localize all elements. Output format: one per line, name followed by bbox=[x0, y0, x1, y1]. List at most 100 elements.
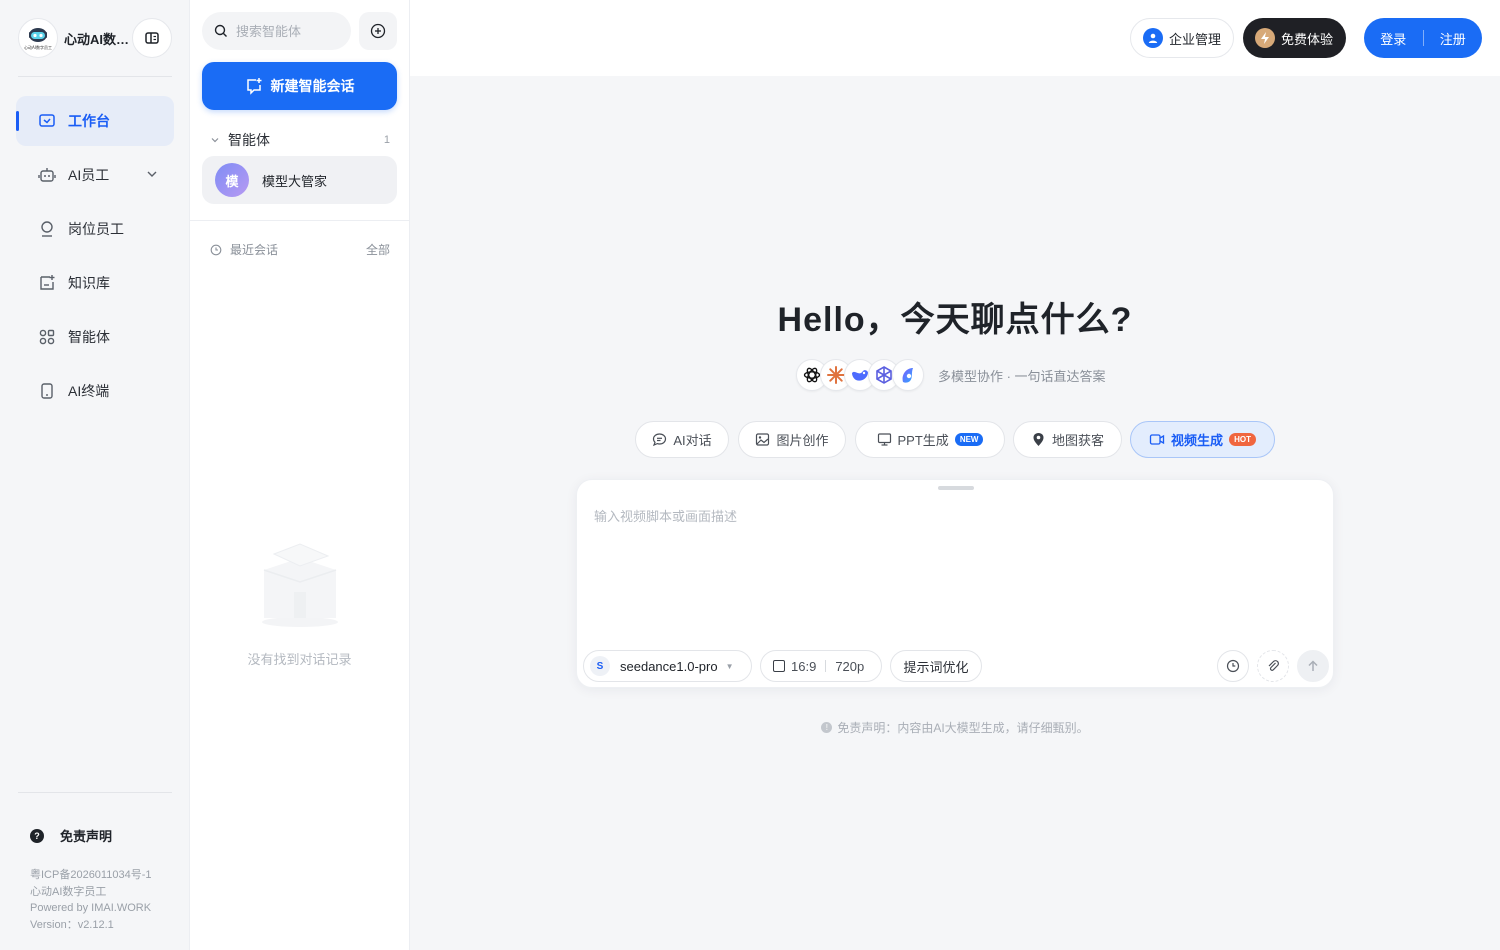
register-button[interactable]: 注册 bbox=[1424, 29, 1483, 48]
sidebar-item-agents[interactable]: 智能体 bbox=[16, 312, 174, 362]
aspect-ratio-value: 16:9 bbox=[791, 658, 817, 674]
prompt-optimize-button[interactable]: 提示词优化 bbox=[890, 650, 982, 682]
prompt-composer: S seedance1.0-pro ▼ 16:9 720p 提示词优化 bbox=[576, 479, 1334, 688]
model-initial: S bbox=[590, 656, 610, 676]
footer-divider bbox=[18, 792, 172, 793]
collapse-sidebar-button[interactable] bbox=[132, 18, 172, 58]
resize-handle[interactable] bbox=[938, 486, 974, 490]
sidebar-item-label: 岗位员工 bbox=[68, 221, 124, 237]
prompt-input[interactable] bbox=[594, 506, 1314, 616]
page-title: Hello，今天聊点什么? bbox=[777, 301, 1133, 339]
tab-map-leads[interactable]: 地图获客 bbox=[1013, 421, 1122, 458]
apps-icon bbox=[38, 328, 56, 346]
sidebar-item-position-staff[interactable]: 岗位员工 bbox=[16, 204, 174, 254]
sidebar-item-label: 工作台 bbox=[68, 113, 110, 129]
recent-title: 最近会话 bbox=[230, 243, 279, 257]
tab-video-generation[interactable]: 视频生成 HOT bbox=[1130, 421, 1275, 458]
free-trial-label: 免费体验 bbox=[1281, 31, 1334, 47]
new-chat-button[interactable]: 新建智能会话 bbox=[202, 62, 397, 110]
tab-ppt-generation[interactable]: PPT生成 NEW bbox=[855, 421, 1005, 458]
image-icon bbox=[755, 432, 770, 447]
enterprise-button[interactable]: 企业管理 bbox=[1130, 18, 1234, 58]
nav-divider bbox=[18, 76, 172, 77]
history-button[interactable] bbox=[1217, 650, 1249, 682]
agent-search[interactable] bbox=[202, 12, 351, 50]
tab-label: PPT生成 bbox=[897, 433, 949, 448]
phone-icon bbox=[38, 382, 56, 400]
resolution-value: 720p bbox=[835, 658, 865, 674]
agent-avatar: 模 bbox=[215, 163, 249, 197]
chip-separator bbox=[825, 660, 827, 672]
tab-label: 视频生成 bbox=[1171, 433, 1224, 448]
new-badge: NEW bbox=[954, 433, 984, 446]
ai-disclaimer: ! 免责声明：内容由AI大模型生成，请仔细甄别。 bbox=[410, 719, 1500, 736]
sidebar-toggle-icon bbox=[145, 32, 159, 44]
recent-header: 最近会话 全部 bbox=[210, 241, 390, 258]
chevron-down-icon[interactable] bbox=[146, 167, 158, 183]
icp-text[interactable]: 粤ICP备2026011034号-1 bbox=[30, 867, 151, 884]
enterprise-label: 企业管理 bbox=[1169, 31, 1222, 47]
sidebar-item-ai-terminal[interactable]: AI终端 bbox=[16, 366, 174, 416]
user-icon bbox=[38, 220, 56, 238]
tab-label: 图片创作 bbox=[776, 433, 829, 448]
send-button[interactable] bbox=[1297, 650, 1329, 682]
arrow-up-icon bbox=[1308, 660, 1318, 671]
kimi-icon bbox=[892, 359, 924, 391]
powered-text: Powered by IMAI.WORK bbox=[30, 902, 152, 914]
attach-button[interactable] bbox=[1257, 650, 1289, 682]
model-name: seedance1.0-pro bbox=[620, 658, 718, 674]
tab-label: AI对话 bbox=[673, 433, 712, 448]
clock-icon bbox=[1226, 659, 1240, 673]
panel-divider bbox=[190, 220, 409, 221]
ratio-resolution-selector[interactable]: 16:9 720p bbox=[760, 650, 882, 682]
map-pin-icon bbox=[1031, 432, 1046, 447]
hot-badge: HOT bbox=[1229, 433, 1256, 446]
sidebar-item-label: AI员工 bbox=[68, 167, 110, 183]
left-sidebar: 心动AI数字员工 心动AI数字员工 工作台 AI员工 岗位员工 知识库 bbox=[0, 0, 190, 950]
prompt-optimize-label: 提示词优化 bbox=[903, 659, 969, 675]
tab-ai-chat[interactable]: AI对话 bbox=[635, 421, 729, 458]
footer-info: 粤ICP备2026011034号-1 心动AI数字员工 Powered by I… bbox=[30, 867, 151, 933]
new-chat-label: 新建智能会话 bbox=[270, 78, 355, 94]
add-agent-button[interactable] bbox=[359, 12, 397, 50]
auth-buttons: 登录 注册 bbox=[1364, 18, 1482, 58]
sidebar-item-workbench[interactable]: 工作台 bbox=[16, 96, 174, 146]
sidebar-item-label: 智能体 bbox=[68, 329, 110, 345]
lightning-icon bbox=[1255, 28, 1275, 48]
paperclip-icon bbox=[1268, 660, 1279, 671]
agent-panel: 新建智能会话 智能体 1 模 模型大管家 最近会话 全部 没有找到对话记录 bbox=[190, 0, 410, 950]
empty-state-text: 没有找到对话记录 bbox=[247, 652, 352, 667]
sidebar-item-label: AI终端 bbox=[68, 383, 110, 399]
aspect-ratio-icon bbox=[773, 660, 785, 672]
empty-state-illustration bbox=[254, 540, 346, 635]
free-trial-button[interactable]: 免费体验 bbox=[1243, 18, 1346, 58]
help-icon: ? bbox=[30, 828, 44, 843]
models-caption: 多模型协作 · 一句话直达答案 bbox=[938, 368, 1106, 384]
workbench-icon bbox=[38, 112, 56, 130]
brand[interactable]: 心动AI数字员工 心动AI数字员工 bbox=[18, 18, 130, 58]
monitor-icon bbox=[877, 432, 892, 447]
search-icon bbox=[214, 24, 227, 37]
top-bar: 企业管理 免费体验 登录 注册 bbox=[410, 0, 1500, 76]
brand-logo: 心动AI数字员工 bbox=[18, 18, 58, 58]
agent-name: 模型大管家 bbox=[262, 173, 328, 189]
login-button[interactable]: 登录 bbox=[1364, 29, 1423, 48]
model-icons-row: 多模型协作 · 一句话直达答案 bbox=[796, 359, 1106, 391]
chevron-down-icon bbox=[210, 135, 220, 145]
model-selector[interactable]: S seedance1.0-pro ▼ bbox=[583, 650, 752, 682]
new-chat-icon bbox=[245, 77, 263, 95]
sidebar-item-ai-staff[interactable]: AI员工 bbox=[16, 150, 174, 200]
plus-circle-icon bbox=[370, 23, 386, 39]
chat-icon bbox=[652, 432, 667, 447]
search-input[interactable] bbox=[236, 23, 341, 39]
agents-section-header[interactable]: 智能体 1 bbox=[210, 130, 390, 150]
disclaimer-link[interactable]: ? 免责声明 bbox=[30, 826, 112, 845]
recent-all-link[interactable]: 全部 bbox=[366, 241, 390, 258]
version-text: Version：v2.12.1 bbox=[30, 918, 114, 931]
tab-image-creation[interactable]: 图片创作 bbox=[738, 421, 846, 458]
knowledge-icon bbox=[38, 274, 56, 292]
agent-item[interactable]: 模 模型大管家 bbox=[202, 156, 397, 204]
company-text: 心动AI数字员工 bbox=[30, 885, 107, 898]
brand-name: 心动AI数字员工 bbox=[64, 31, 130, 47]
sidebar-item-knowledge[interactable]: 知识库 bbox=[16, 258, 174, 308]
